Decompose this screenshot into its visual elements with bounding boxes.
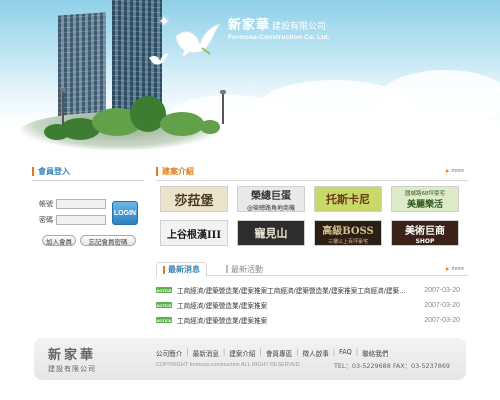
news-title: 工商經濟/建築營造業/建案推案 xyxy=(177,317,268,325)
separator: | xyxy=(296,348,299,356)
tree xyxy=(200,120,220,134)
brand-name: 新家華 建設有限公司 xyxy=(228,18,327,33)
separator: | xyxy=(259,348,262,356)
footer-link-faq[interactable]: FAQ xyxy=(339,348,352,358)
dove-icon xyxy=(149,53,169,65)
footer-link-news[interactable]: 最新消息 xyxy=(193,348,219,358)
title-marker xyxy=(156,166,158,176)
dove-icon xyxy=(175,23,222,60)
news-item[interactable]: NOTICE 工商經濟/建築營造業/建案推案 2007-03-20 xyxy=(156,314,468,326)
notice-badge: NOTICE xyxy=(156,317,172,323)
divider xyxy=(156,180,468,181)
notice-badge: NOTICE xyxy=(156,287,172,293)
building-tower xyxy=(58,12,106,124)
tab-latest-news[interactable]: 最新消息 xyxy=(156,262,207,277)
project-name: 高級BOSS xyxy=(322,225,374,237)
footer-link-projects[interactable]: 建案介紹 xyxy=(229,348,255,358)
login-title: 會員登入 xyxy=(32,166,144,176)
footer-link-contact[interactable]: 聯絡我們 xyxy=(362,348,388,358)
project-tile[interactable]: 寵見山 xyxy=(237,220,305,246)
project-tile[interactable]: 托斯卡尼 xyxy=(314,186,382,212)
project-tile[interactable]: 榮總巨蛋 @榮總路角地商機 xyxy=(237,186,305,212)
project-name: 托斯卡尼 xyxy=(326,193,370,206)
news-section: 最新消息 最新活動 more NOTICE 工商經濟/建築營造業/建案推案工商經… xyxy=(156,262,468,325)
account-input[interactable] xyxy=(56,199,106,209)
tab-latest-events[interactable]: 最新活動 xyxy=(220,262,269,276)
news-date: 2007-03-20 xyxy=(424,316,460,324)
divider xyxy=(32,180,144,181)
news-date: 2007-03-20 xyxy=(424,301,460,309)
footer-brand: 新家華 建設有限公司 xyxy=(48,344,96,374)
footer-link-about[interactable]: 公司簡介 xyxy=(156,348,182,358)
project-name: 美麗樂活 xyxy=(406,200,443,210)
account-label: 帳號 xyxy=(39,200,53,208)
projects-grid: 莎菈堡 榮總巨蛋 @榮總路角地商機 托斯卡尼 國城路68坪豪宅 美麗樂活 上谷根… xyxy=(160,186,464,250)
separator: | xyxy=(186,348,189,356)
news-tabs: 最新消息 最新活動 more xyxy=(156,262,468,277)
footer-brand-subtitle: 建設有限公司 xyxy=(48,365,96,373)
project-name: 上谷根漢III xyxy=(166,229,222,241)
footer-link-careers[interactable]: 徵人啟事 xyxy=(302,348,328,358)
projects-section: 建案介紹 more 莎菈堡 榮總巨蛋 @榮總路角地商機 托斯卡尼 國城路68坪豪… xyxy=(156,166,468,246)
password-row: 密碼 xyxy=(32,215,106,225)
project-name: 榮總巨蛋 xyxy=(251,190,291,202)
project-subtitle: 三樓以上百坪豪宅 xyxy=(327,238,368,245)
street-lamp xyxy=(220,90,226,124)
project-subtitle: 國城路68坪豪宅 xyxy=(405,191,445,197)
separator: | xyxy=(355,348,359,356)
title-marker xyxy=(226,265,228,273)
notice-badge: NOTICE xyxy=(156,302,172,308)
news-more-link[interactable]: more xyxy=(446,266,464,272)
news-date: 2007-03-20 xyxy=(424,286,460,294)
copyright-text: COPYRIGHT formosa-construction ALL RIGHT… xyxy=(156,362,300,368)
password-label: 密碼 xyxy=(39,216,53,224)
news-item[interactable]: NOTICE 工商經濟/建築營造業/建案推案工商經濟/建築營造業/建案推案工商經… xyxy=(156,284,468,296)
forgot-password-button[interactable]: 忘記會員密碼 xyxy=(80,235,136,246)
account-row: 帳號 xyxy=(32,199,106,209)
join-member-button[interactable]: 加入會員 xyxy=(42,235,76,246)
cloud xyxy=(300,110,500,150)
brand-logo: 新家華 建設有限公司 Formosa-Construction Co. Ltd. xyxy=(228,14,330,41)
projects-more-link[interactable]: more xyxy=(446,168,464,174)
project-subtitle: SHOP xyxy=(415,237,435,245)
project-tile[interactable]: 國城路68坪豪宅 美麗樂活 xyxy=(391,186,459,212)
login-form: 帳號 密碼 LOGIN 加入會員 忘記會員密碼 xyxy=(32,185,144,246)
news-title: 工商經濟/建築營造業/建案推案工商經濟/建築營造業/建案推案工商經濟/建築... xyxy=(177,287,406,295)
project-tile[interactable]: 高級BOSS 三樓以上百坪豪宅 xyxy=(314,220,382,246)
footer-link-members[interactable]: 會員專區 xyxy=(266,348,292,358)
news-item[interactable]: NOTICE 工商經濟/建築營造業/建案推案 2007-03-20 xyxy=(156,299,468,311)
project-name: 美術巨商 xyxy=(405,225,445,237)
project-name: 寵見山 xyxy=(254,227,288,240)
brand-english-name: Formosa-Construction Co. Ltd. xyxy=(228,34,330,41)
header-banner: ✦ ✦ 新家華建設有限公司 Formosa-Construction Co. L… xyxy=(0,0,500,160)
sparkle-icon: ✦ xyxy=(158,14,170,30)
tree xyxy=(44,124,70,140)
tree xyxy=(160,112,204,136)
footer: 新家華 建設有限公司 公司簡介 | 最新消息 | 建案介紹 | 會員專區 | 徵人啟事 |… xyxy=(34,338,466,380)
footer-brand-name: 新家華 xyxy=(48,348,97,363)
title-marker xyxy=(32,166,34,176)
street-lamp xyxy=(60,88,66,126)
title-marker xyxy=(163,265,165,274)
project-name: 莎菈堡 xyxy=(174,193,214,209)
footer-nav: 公司簡介 | 最新消息 | 建案介紹 | 會員專區 | 徵人啟事 | FAQ | 聯絡我們 xyxy=(156,348,388,358)
projects-header: 建案介紹 more xyxy=(156,166,468,178)
project-tile[interactable]: 上谷根漢III xyxy=(160,220,228,246)
project-tile[interactable]: 莎菈堡 xyxy=(160,186,228,212)
project-tile[interactable]: 美術巨商 SHOP xyxy=(391,220,459,246)
member-login-panel: 會員登入 帳號 密碼 LOGIN 加入會員 忘記會員密碼 xyxy=(32,166,144,246)
separator: | xyxy=(222,348,226,356)
contact-numbers: TEL：03-5229688 FAX：03-5237869 xyxy=(334,362,450,370)
projects-title: 建案介紹 xyxy=(156,166,468,176)
separator: | xyxy=(332,348,336,356)
login-button[interactable]: LOGIN xyxy=(112,201,138,225)
project-subtitle: @榮總路角地商機 xyxy=(246,204,295,212)
news-title: 工商經濟/建築營造業/建案推案 xyxy=(177,302,268,310)
password-input[interactable] xyxy=(56,215,106,225)
